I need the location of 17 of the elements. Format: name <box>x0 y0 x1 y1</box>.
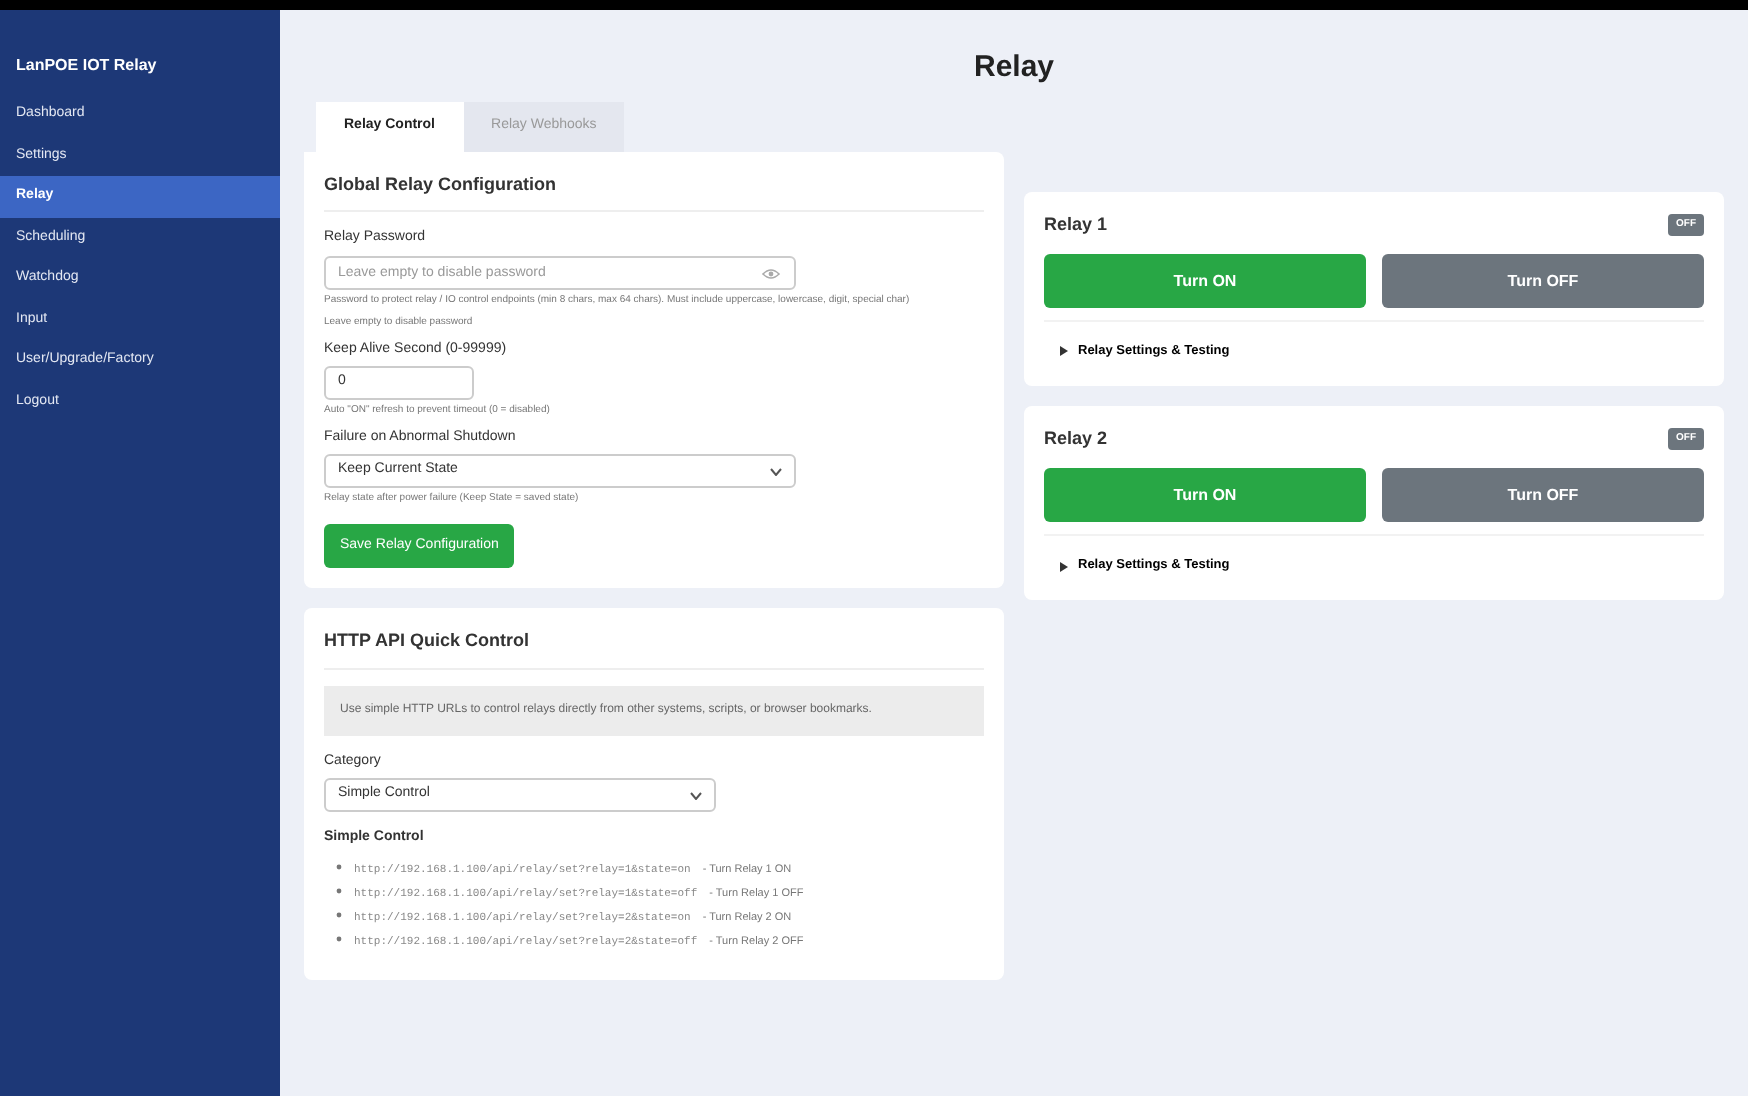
bullet-icon <box>336 912 342 918</box>
bullet-icon <box>336 863 342 869</box>
relay-name: Relay 1 <box>1044 211 1108 238</box>
bullet-icon <box>336 887 342 894</box>
section-title: Global Relay Configuration <box>324 171 984 212</box>
turn-off-button[interactable]: Turn OFF <box>1382 468 1704 523</box>
page-title: Relay <box>971 48 1057 88</box>
turn-off-button[interactable]: Turn OFF <box>1382 254 1704 308</box>
section-title: HTTP API Quick Control <box>324 628 984 669</box>
caret-icon <box>690 791 702 799</box>
relay-name: Relay 2 <box>1044 425 1108 452</box>
caret-icon <box>770 467 782 475</box>
triangle-icon <box>1060 346 1068 357</box>
triangle-icon <box>1060 561 1068 572</box>
app-title: LanPOE IOT Relay <box>14 54 159 78</box>
bullet-icon <box>336 936 342 943</box>
eye-icon[interactable] <box>762 267 780 279</box>
